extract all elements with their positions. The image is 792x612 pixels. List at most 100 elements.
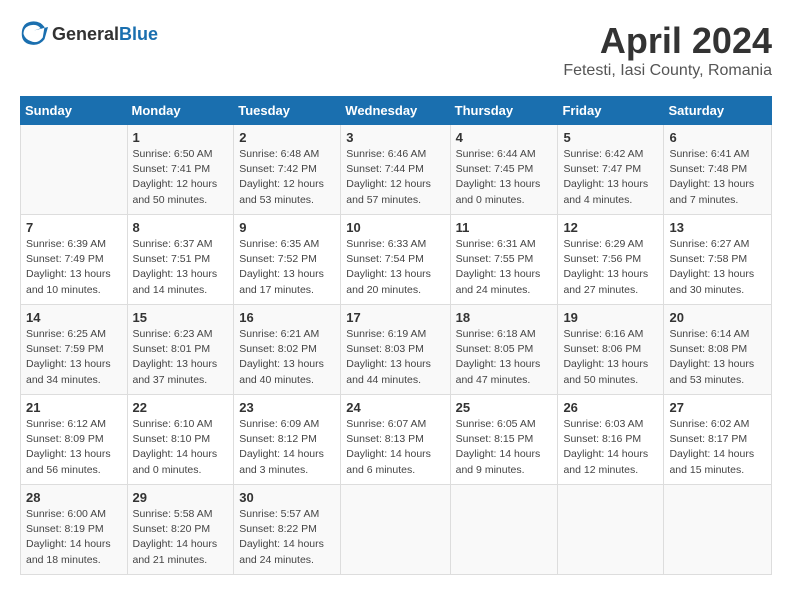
- day-number: 4: [456, 130, 553, 145]
- day-number: 20: [669, 310, 766, 325]
- calendar-cell: 27 Sunrise: 6:02 AMSunset: 8:17 PMDayligh…: [664, 395, 772, 485]
- day-info: Sunrise: 6:46 AMSunset: 7:44 PMDaylight:…: [346, 147, 444, 208]
- calendar-cell: 28 Sunrise: 6:00 AMSunset: 8:19 PMDayligh…: [21, 485, 128, 575]
- calendar-title: April 2024: [563, 20, 772, 62]
- day-info: Sunrise: 6:31 AMSunset: 7:55 PMDaylight:…: [456, 237, 553, 298]
- day-info: Sunrise: 6:35 AMSunset: 7:52 PMDaylight:…: [239, 237, 335, 298]
- day-info: Sunrise: 6:12 AMSunset: 8:09 PMDaylight:…: [26, 417, 122, 478]
- weekday-header: Tuesday: [234, 97, 341, 125]
- calendar-cell: [664, 485, 772, 575]
- day-number: 25: [456, 400, 553, 415]
- weekday-header: Saturday: [664, 97, 772, 125]
- day-info: Sunrise: 6:44 AMSunset: 7:45 PMDaylight:…: [456, 147, 553, 208]
- calendar-cell: 22Sunrise: 6:10 AMSunset: 8:10 PMDayligh…: [127, 395, 234, 485]
- calendar-cell: 8Sunrise: 6:37 AMSunset: 7:51 PMDaylight…: [127, 215, 234, 305]
- day-info: Sunrise: 6:23 AMSunset: 8:01 PMDaylight:…: [133, 327, 229, 388]
- day-info: Sunrise: 6:07 AMSunset: 8:13 PMDaylight:…: [346, 417, 444, 478]
- calendar-week-row: 21 Sunrise: 6:12 AMSunset: 8:09 PMDayligh…: [21, 395, 772, 485]
- calendar-cell: 23 Sunrise: 6:09 AMSunset: 8:12 PMDayligh…: [234, 395, 341, 485]
- day-info: Sunrise: 6:33 AMSunset: 7:54 PMDaylight:…: [346, 237, 444, 298]
- day-info: Sunrise: 6:21 AMSunset: 8:02 PMDaylight:…: [239, 327, 335, 388]
- day-info: Sunrise: 6:41 AMSunset: 7:48 PMDaylight:…: [669, 147, 766, 208]
- day-info: Sunrise: 6:02 AMSunset: 8:17 PMDaylight:…: [669, 417, 766, 478]
- day-info: Sunrise: 6:19 AMSunset: 8:03 PMDaylight:…: [346, 327, 444, 388]
- day-number: 28: [26, 490, 122, 505]
- calendar-cell: 14Sunrise: 6:25 AMSunset: 7:59 PMDayligh…: [21, 305, 128, 395]
- logo: General Blue: [20, 20, 158, 48]
- logo-icon: [20, 20, 48, 48]
- weekday-header: Monday: [127, 97, 234, 125]
- calendar-cell: [558, 485, 664, 575]
- logo-general: General: [52, 25, 119, 43]
- day-info: Sunrise: 6:50 AMSunset: 7:41 PMDaylight:…: [133, 147, 229, 208]
- calendar-cell: 13 Sunrise: 6:27 AMSunset: 7:58 PMDayligh…: [664, 215, 772, 305]
- calendar-cell: 1 Sunrise: 6:50 AMSunset: 7:41 PMDaylight…: [127, 125, 234, 215]
- calendar-cell: 2 Sunrise: 6:48 AMSunset: 7:42 PMDaylight…: [234, 125, 341, 215]
- day-info: Sunrise: 6:27 AMSunset: 7:58 PMDaylight:…: [669, 237, 766, 298]
- title-section: April 2024 Fetesti, Iasi County, Romania: [563, 20, 772, 80]
- day-info: Sunrise: 6:10 AMSunset: 8:10 PMDaylight:…: [133, 417, 229, 478]
- logo-text: General Blue: [52, 25, 158, 43]
- calendar-cell: 4 Sunrise: 6:44 AMSunset: 7:45 PMDaylight…: [450, 125, 558, 215]
- day-info: Sunrise: 6:18 AMSunset: 8:05 PMDaylight:…: [456, 327, 553, 388]
- calendar-cell: 25 Sunrise: 6:05 AMSunset: 8:15 PMDayligh…: [450, 395, 558, 485]
- day-number: 27: [669, 400, 766, 415]
- day-number: 10: [346, 220, 444, 235]
- calendar-cell: 5 Sunrise: 6:42 AMSunset: 7:47 PMDaylight…: [558, 125, 664, 215]
- calendar-cell: 10 Sunrise: 6:33 AMSunset: 7:54 PMDayligh…: [341, 215, 450, 305]
- calendar-cell: 18 Sunrise: 6:18 AMSunset: 8:05 PMDayligh…: [450, 305, 558, 395]
- day-number: 21: [26, 400, 122, 415]
- day-number: 18: [456, 310, 553, 325]
- logo-blue: Blue: [119, 25, 158, 43]
- day-number: 15: [133, 310, 229, 325]
- weekday-header: Friday: [558, 97, 664, 125]
- day-number: 5: [563, 130, 658, 145]
- calendar-cell: [450, 485, 558, 575]
- day-info: Sunrise: 6:14 AMSunset: 8:08 PMDaylight:…: [669, 327, 766, 388]
- day-info: Sunrise: 6:05 AMSunset: 8:15 PMDaylight:…: [456, 417, 553, 478]
- calendar-cell: [21, 125, 128, 215]
- calendar-cell: 11Sunrise: 6:31 AMSunset: 7:55 PMDayligh…: [450, 215, 558, 305]
- calendar-cell: 17 Sunrise: 6:19 AMSunset: 8:03 PMDayligh…: [341, 305, 450, 395]
- day-number: 13: [669, 220, 766, 235]
- calendar-cell: 12Sunrise: 6:29 AMSunset: 7:56 PMDayligh…: [558, 215, 664, 305]
- day-info: Sunrise: 6:16 AMSunset: 8:06 PMDaylight:…: [563, 327, 658, 388]
- day-info: Sunrise: 6:03 AMSunset: 8:16 PMDaylight:…: [563, 417, 658, 478]
- day-number: 23: [239, 400, 335, 415]
- day-info: Sunrise: 6:00 AMSunset: 8:19 PMDaylight:…: [26, 507, 122, 568]
- day-info: Sunrise: 6:39 AMSunset: 7:49 PMDaylight:…: [26, 237, 122, 298]
- day-info: Sunrise: 5:58 AMSunset: 8:20 PMDaylight:…: [133, 507, 229, 568]
- day-number: 1: [133, 130, 229, 145]
- calendar-table: SundayMondayTuesdayWednesdayThursdayFrid…: [20, 96, 772, 575]
- day-number: 3: [346, 130, 444, 145]
- day-info: Sunrise: 6:09 AMSunset: 8:12 PMDaylight:…: [239, 417, 335, 478]
- day-number: 17: [346, 310, 444, 325]
- calendar-cell: 3 Sunrise: 6:46 AMSunset: 7:44 PMDaylight…: [341, 125, 450, 215]
- calendar-cell: 20 Sunrise: 6:14 AMSunset: 8:08 PMDayligh…: [664, 305, 772, 395]
- day-info: Sunrise: 6:42 AMSunset: 7:47 PMDaylight:…: [563, 147, 658, 208]
- day-number: 24: [346, 400, 444, 415]
- calendar-cell: 29 Sunrise: 5:58 AMSunset: 8:20 PMDayligh…: [127, 485, 234, 575]
- calendar-cell: 7Sunrise: 6:39 AMSunset: 7:49 PMDaylight…: [21, 215, 128, 305]
- calendar-cell: 19Sunrise: 6:16 AMSunset: 8:06 PMDayligh…: [558, 305, 664, 395]
- calendar-week-row: 7Sunrise: 6:39 AMSunset: 7:49 PMDaylight…: [21, 215, 772, 305]
- calendar-cell: 15 Sunrise: 6:23 AMSunset: 8:01 PMDayligh…: [127, 305, 234, 395]
- weekday-header: Thursday: [450, 97, 558, 125]
- day-number: 26: [563, 400, 658, 415]
- calendar-cell: 9 Sunrise: 6:35 AMSunset: 7:52 PMDaylight…: [234, 215, 341, 305]
- weekday-header: Wednesday: [341, 97, 450, 125]
- day-number: 2: [239, 130, 335, 145]
- day-number: 9: [239, 220, 335, 235]
- calendar-week-row: 14Sunrise: 6:25 AMSunset: 7:59 PMDayligh…: [21, 305, 772, 395]
- weekday-header: Sunday: [21, 97, 128, 125]
- calendar-cell: [341, 485, 450, 575]
- day-number: 29: [133, 490, 229, 505]
- day-info: Sunrise: 6:25 AMSunset: 7:59 PMDaylight:…: [26, 327, 122, 388]
- calendar-subtitle: Fetesti, Iasi County, Romania: [563, 62, 772, 80]
- calendar-cell: 21 Sunrise: 6:12 AMSunset: 8:09 PMDayligh…: [21, 395, 128, 485]
- day-number: 16: [239, 310, 335, 325]
- calendar-cell: 16 Sunrise: 6:21 AMSunset: 8:02 PMDayligh…: [234, 305, 341, 395]
- calendar-week-row: 28 Sunrise: 6:00 AMSunset: 8:19 PMDayligh…: [21, 485, 772, 575]
- day-info: Sunrise: 6:48 AMSunset: 7:42 PMDaylight:…: [239, 147, 335, 208]
- day-info: Sunrise: 6:29 AMSunset: 7:56 PMDaylight:…: [563, 237, 658, 298]
